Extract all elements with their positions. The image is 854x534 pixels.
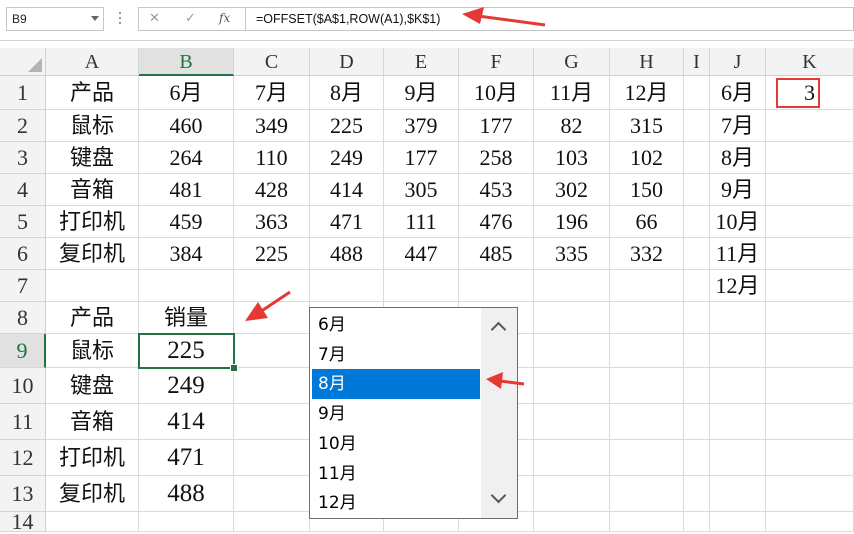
arrow-to-sales: [259, 290, 291, 314]
arrow-to-selected: [499, 379, 525, 386]
arrowhead-formula: [462, 7, 484, 24]
arrowhead-selected: [486, 372, 503, 389]
annotation-arrows: [245, 7, 546, 389]
arrow-to-formula: [477, 14, 546, 27]
arrowhead-sales: [245, 302, 268, 321]
